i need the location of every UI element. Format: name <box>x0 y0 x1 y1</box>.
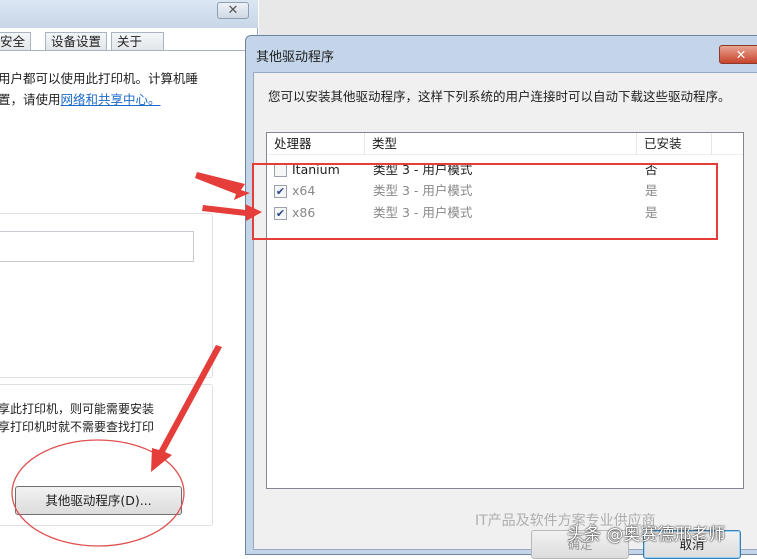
annotation-overlay <box>11 172 262 547</box>
arrow-icon <box>151 172 262 472</box>
watermark-author: 头条 @奥赛德邢老师 <box>567 525 726 545</box>
